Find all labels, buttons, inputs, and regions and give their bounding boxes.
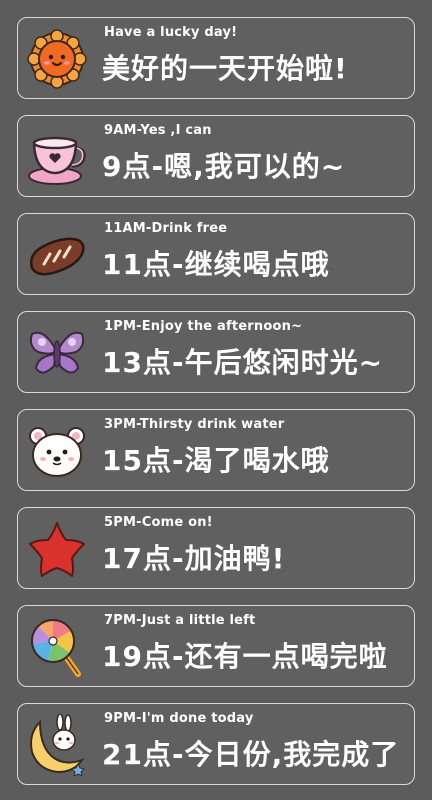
- bear-icon: [26, 420, 88, 482]
- english-caption: 11AM-Drink free: [104, 221, 228, 236]
- list-item[interactable]: 1PM-Enjoy the afternoon~ 13点-午后悠闲时光~: [17, 311, 415, 393]
- chinese-caption: 15点-渴了喝水哦: [102, 444, 330, 477]
- english-caption: 7PM-Just a little left: [104, 613, 256, 628]
- star-icon: [26, 518, 88, 580]
- chinese-caption: 11点-继续喝点哦: [102, 248, 330, 281]
- english-caption: 9AM-Yes ,I can: [104, 123, 212, 138]
- list-item[interactable]: Have a lucky day! 美好的一天开始啦!: [17, 17, 415, 99]
- hydration-schedule-list: Have a lucky day! 美好的一天开始啦! 9AM-Yes ,I c…: [0, 0, 432, 800]
- chinese-caption: 19点-还有一点喝完啦: [102, 640, 388, 673]
- butterfly-icon: [26, 322, 88, 384]
- chinese-caption: 9点-嗯,我可以的~: [102, 150, 346, 183]
- list-item[interactable]: 7PM-Just a little left 19点-还有一点喝完啦: [17, 605, 415, 687]
- list-item[interactable]: 5PM-Come on! 17点-加油鸭!: [17, 507, 415, 589]
- english-caption: 1PM-Enjoy the afternoon~: [104, 319, 303, 334]
- chinese-caption: 美好的一天开始啦!: [102, 52, 348, 85]
- list-item[interactable]: 11AM-Drink free 11点-继续喝点哦: [17, 213, 415, 295]
- bread-icon: [26, 224, 88, 286]
- lollipop-icon: [26, 616, 88, 678]
- list-item[interactable]: 9PM-I'm done today 21点-今日份,我完成了: [17, 703, 415, 785]
- chinese-caption: 17点-加油鸭!: [102, 542, 286, 575]
- sun-icon: [26, 28, 88, 90]
- english-caption: Have a lucky day!: [104, 25, 238, 40]
- english-caption: 9PM-I'm done today: [104, 711, 254, 726]
- list-item[interactable]: 9AM-Yes ,I can 9点-嗯,我可以的~: [17, 115, 415, 197]
- chinese-caption: 13点-午后悠闲时光~: [102, 346, 384, 379]
- moon-bunny-icon: [26, 714, 88, 776]
- teacup-icon: [26, 126, 88, 188]
- list-item[interactable]: 3PM-Thirsty drink water 15点-渴了喝水哦: [17, 409, 415, 491]
- english-caption: 5PM-Come on!: [104, 515, 213, 530]
- chinese-caption: 21点-今日份,我完成了: [102, 738, 400, 771]
- english-caption: 3PM-Thirsty drink water: [104, 417, 285, 432]
